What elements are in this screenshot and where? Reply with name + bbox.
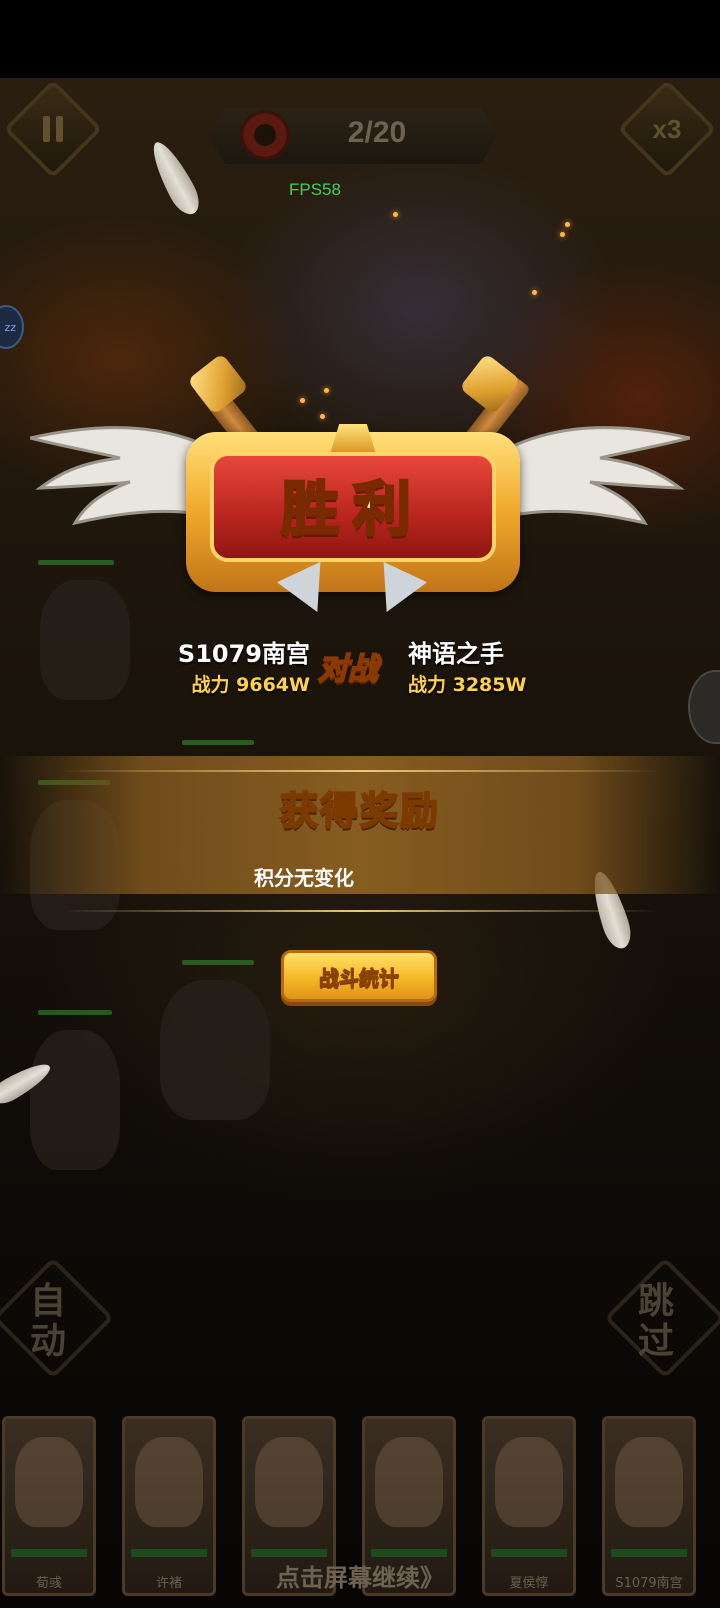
victory-title: 胜利 xyxy=(279,474,425,545)
ember-particle xyxy=(324,388,329,393)
hero-hp-bar xyxy=(371,1549,447,1557)
player-power: 战力 9664W xyxy=(191,674,310,696)
hero-hp-bar xyxy=(491,1549,567,1557)
matchup-info: S1079南宫 战力 9664W 对战 神语之手 战力 3285W xyxy=(0,632,720,702)
right-wing xyxy=(490,426,690,526)
pause-icon xyxy=(43,116,63,142)
reward-divider-bottom xyxy=(60,910,660,912)
hero-hp-bar xyxy=(11,1549,87,1557)
unit-hp-bar xyxy=(38,1010,112,1015)
speed-label: x3 xyxy=(652,113,682,144)
hero-portrait xyxy=(375,1437,443,1527)
fps-counter: FPS58 xyxy=(289,180,341,199)
auto-label: 自动 xyxy=(30,1281,67,1362)
wave-target-icon xyxy=(240,110,290,160)
battle-stats-button[interactable]: 战斗统计 xyxy=(281,950,437,1002)
status-bar xyxy=(0,0,720,78)
versus-label: 对战 xyxy=(317,651,379,688)
ember-particle xyxy=(560,232,565,237)
unit-silhouette xyxy=(160,980,270,1120)
opponent-power: 战力 3285W xyxy=(408,674,527,696)
ember-particle xyxy=(320,414,325,419)
hero-hp-bar xyxy=(611,1549,687,1557)
hero-portrait xyxy=(615,1437,683,1527)
hero-hp-bar xyxy=(131,1549,207,1557)
reward-divider-top xyxy=(60,770,660,772)
skip-label: 跳过 xyxy=(638,1281,675,1362)
ember-particle xyxy=(393,212,398,217)
zz-label: zz xyxy=(4,320,16,334)
unit-hp-bar xyxy=(182,740,254,745)
wave-counter: 2/20 xyxy=(347,116,407,149)
hero-portrait xyxy=(495,1437,563,1527)
hero-hp-bar xyxy=(251,1549,327,1557)
hero-portrait xyxy=(15,1437,83,1527)
unit-hp-bar xyxy=(38,560,114,565)
ember-particle xyxy=(300,398,305,403)
reward-description: 积分无变化 xyxy=(254,866,354,890)
unit-silhouette xyxy=(30,1030,120,1170)
reward-title: 获得奖励 xyxy=(279,788,440,834)
hero-portrait xyxy=(255,1437,323,1527)
ember-particle xyxy=(532,290,537,295)
player-name: S1079南宫 xyxy=(177,640,310,668)
hero-portrait xyxy=(135,1437,203,1527)
ember-particle xyxy=(565,222,570,227)
opponent-name: 神语之手 xyxy=(408,640,504,668)
unit-hp-bar xyxy=(182,960,254,965)
tap-to-continue-hint[interactable]: 点击屏幕继续》 xyxy=(0,1558,720,1593)
